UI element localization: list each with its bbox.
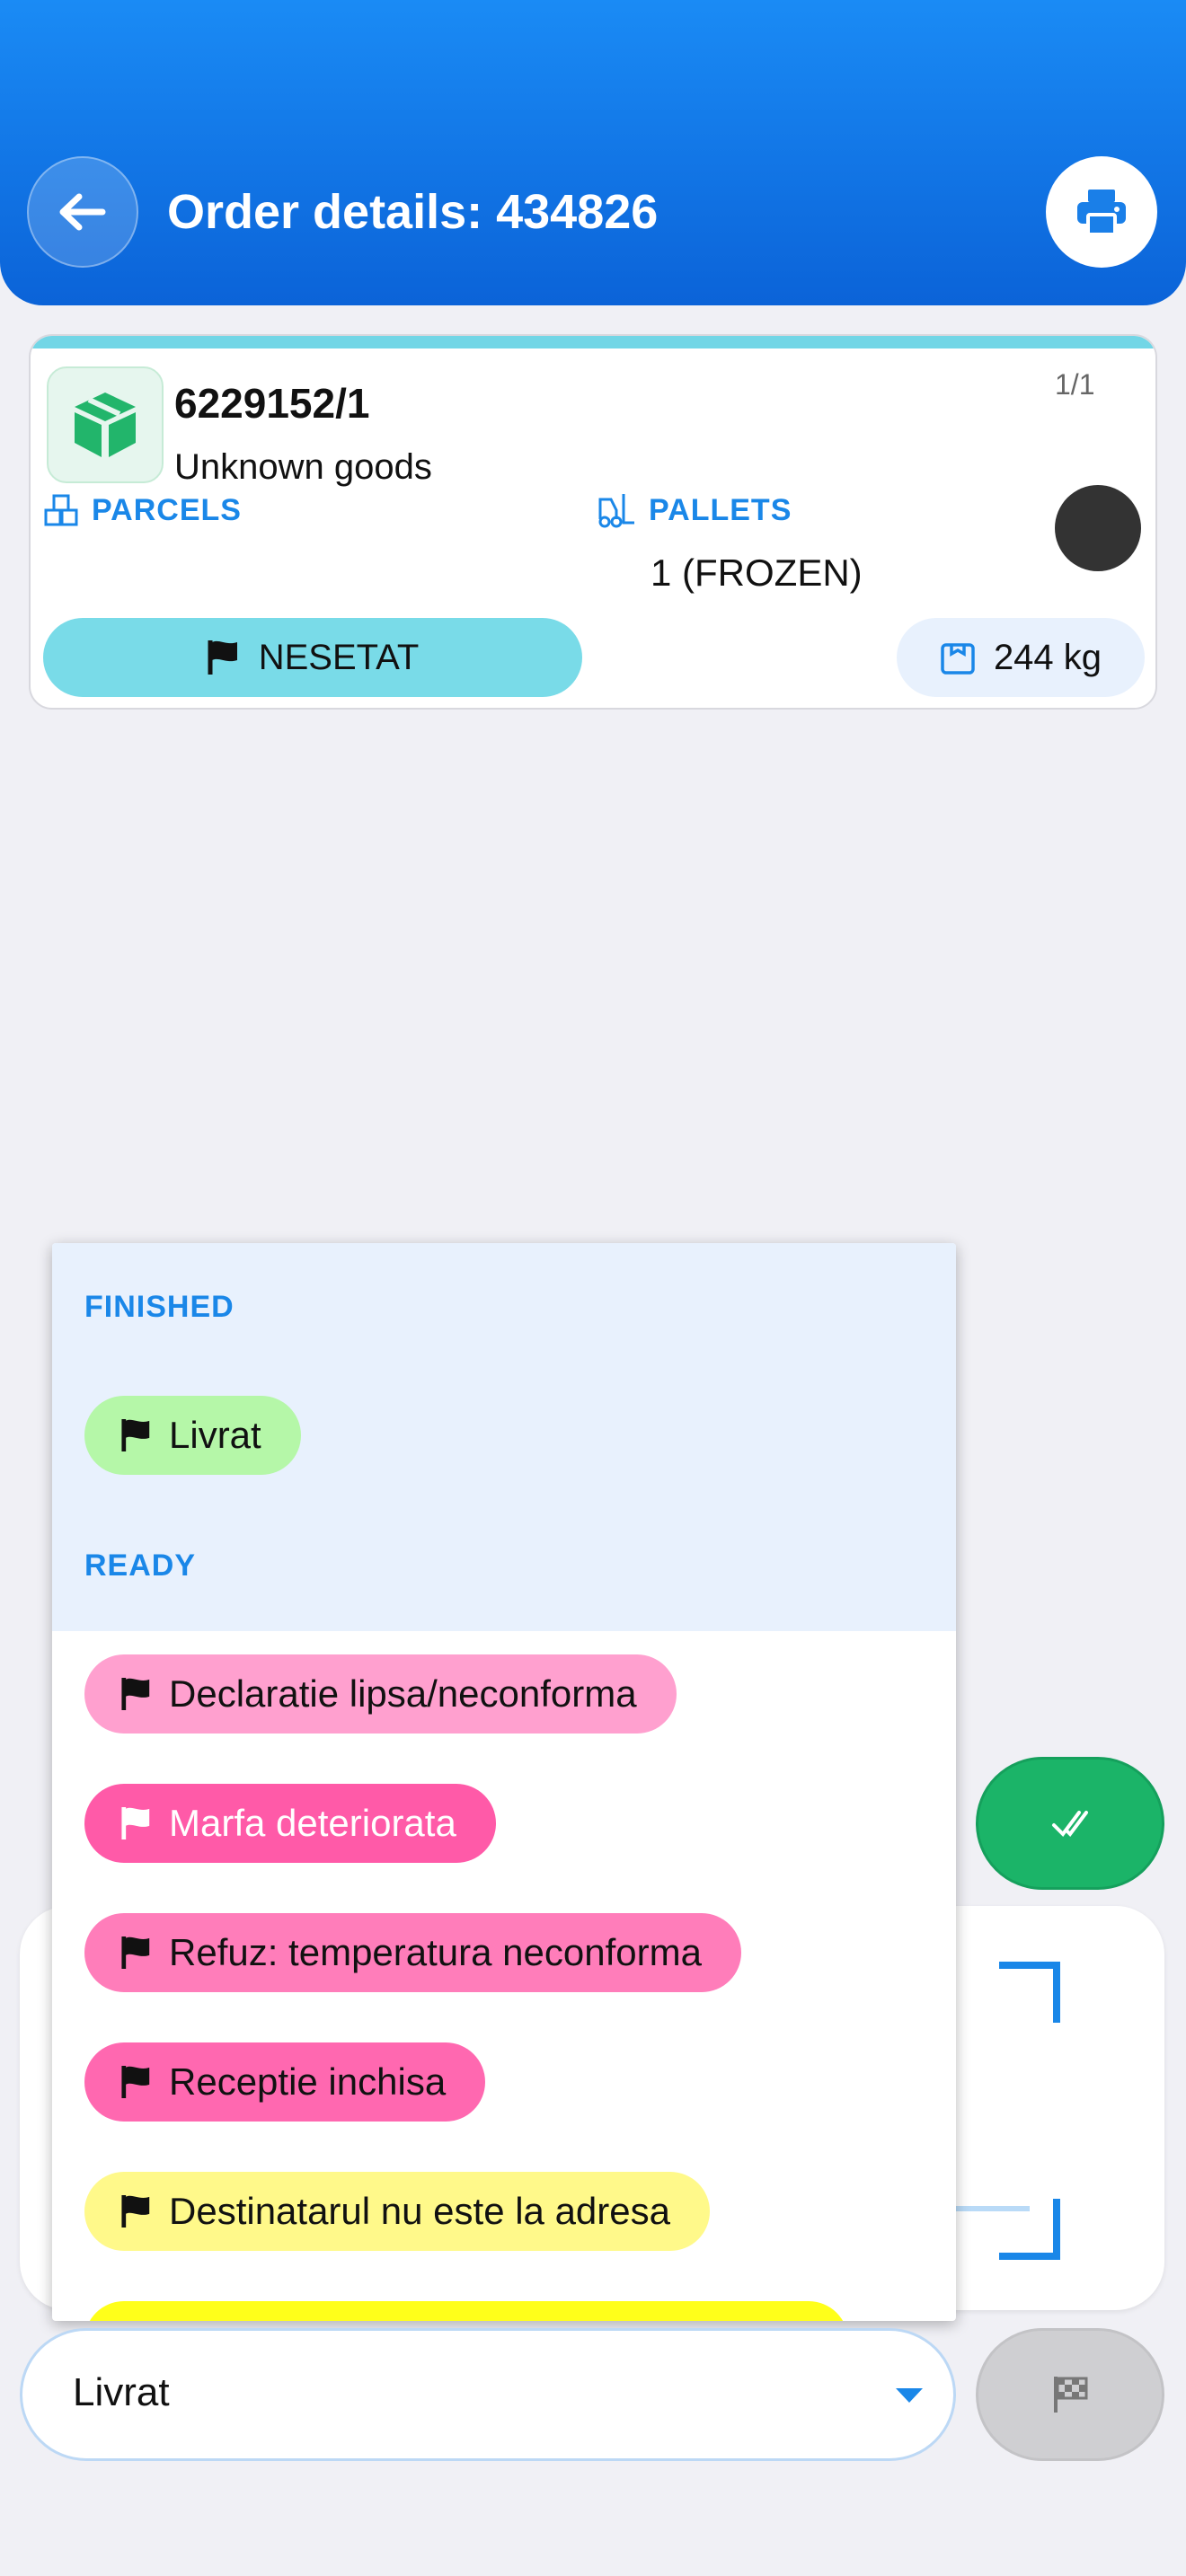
scan-line: [949, 2206, 1030, 2211]
option-destinatarul-lipsa[interactable]: Destinatarul nu este la adresa: [84, 2172, 710, 2251]
order-number: 6229152/1: [174, 380, 370, 427]
group-header-ready: READY: [84, 1548, 197, 1583]
option-label: Destinatarul nu este la adresa: [169, 2190, 670, 2232]
flag-icon: [121, 1807, 150, 1839]
boxes-icon: [44, 494, 78, 526]
option-refuz-temperatura[interactable]: Refuz: temperatura neconforma: [84, 1913, 741, 1992]
card-accent-bar: [31, 336, 1155, 348]
scan-frame-corner-top-right: [999, 1962, 1060, 2023]
pallets-value: 1 (FROZEN): [651, 551, 863, 594]
item-counter: 1/1: [1055, 368, 1095, 401]
option-label: Refuz: temperatura neconforma: [169, 1931, 702, 1973]
option-label: Livrat: [169, 1414, 261, 1456]
weight-icon: [941, 643, 975, 675]
flag-icon: [121, 2066, 150, 2098]
status-select-value: Livrat: [73, 2370, 170, 2414]
order-card[interactable]: 6229152/1 Unknown goods 1/1 PARCELS PALL…: [29, 334, 1157, 710]
status-chip[interactable]: NESETAT: [43, 618, 582, 697]
option-label: Marfa deteriorata: [169, 1802, 456, 1844]
forklift-icon: [598, 494, 634, 528]
option-receptie-inchisa[interactable]: Receptie inchisa: [84, 2042, 486, 2122]
printer-icon: [1077, 190, 1126, 236]
option-livrat[interactable]: Livrat: [84, 1396, 301, 1475]
goods-description: Unknown goods: [174, 447, 432, 487]
finish-button[interactable]: [976, 2328, 1164, 2461]
back-button[interactable]: [27, 156, 138, 268]
parcels-label-text: PARCELS: [92, 492, 242, 527]
package-icon: [75, 393, 136, 457]
parcels-label: PARCELS: [43, 492, 242, 528]
chevron-down-icon: [896, 2388, 923, 2403]
option-declaratie-lipsa[interactable]: Declaratie lipsa/neconforma: [84, 1654, 677, 1734]
weight-chip: 244 kg: [897, 618, 1145, 697]
arrow-left-icon: [59, 193, 106, 231]
option-label: Declaratie lipsa/neconforma: [169, 1672, 637, 1715]
flag-icon: [121, 1678, 150, 1710]
page-title: Order details: 434826: [167, 185, 659, 239]
flag-icon: [121, 1419, 150, 1451]
status-dot: [1055, 485, 1141, 571]
checkered-flag-icon: [1054, 2377, 1088, 2413]
weight-value: 244 kg: [993, 637, 1102, 677]
flag-icon: [121, 1936, 150, 1969]
print-button[interactable]: [1046, 156, 1157, 268]
option-partially-visible[interactable]: [84, 2301, 848, 2321]
app-header: [0, 0, 1186, 305]
confirm-button[interactable]: [976, 1757, 1164, 1890]
flag-icon: [121, 2195, 150, 2228]
package-tile: [47, 366, 164, 483]
status-chip-label: NESETAT: [258, 637, 420, 677]
status-select[interactable]: Livrat: [20, 2328, 956, 2461]
pallets-label: PALLETS: [597, 492, 792, 528]
pallets-label-text: PALLETS: [649, 492, 792, 527]
status-dropdown[interactable]: FINISHED Livrat READY Declaratie lipsa/n…: [52, 1243, 956, 2321]
option-marfa-deteriorata[interactable]: Marfa deteriorata: [84, 1784, 496, 1863]
double-check-icon: [1052, 1811, 1088, 1838]
group-header-finished: FINISHED: [84, 1290, 235, 1324]
flag-icon: [208, 640, 237, 675]
option-label: Receptie inchisa: [169, 2060, 447, 2103]
